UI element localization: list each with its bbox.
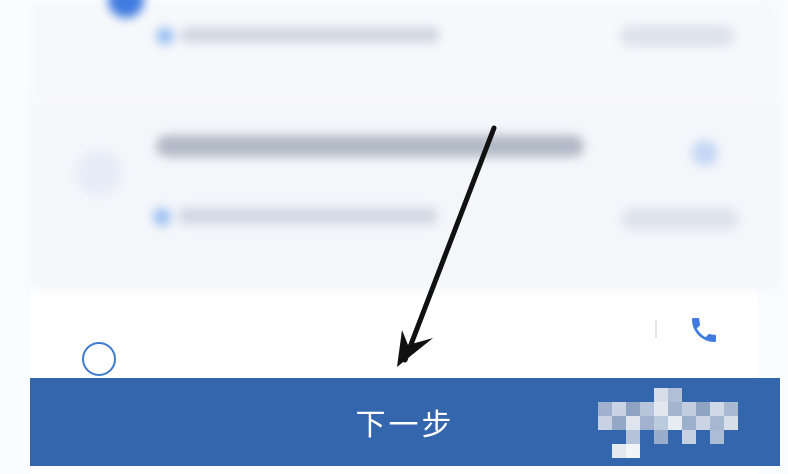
- blurred-radio-icon[interactable]: [76, 150, 122, 196]
- blurred-address-line: [178, 208, 438, 224]
- left-margin: [0, 0, 30, 474]
- phone-icon[interactable]: [688, 313, 720, 347]
- blurred-badge: [620, 25, 735, 47]
- location-dot-icon: [156, 27, 174, 45]
- next-step-label: 下一步: [355, 408, 455, 443]
- selected-radio-icon[interactable]: [108, 0, 144, 18]
- blurred-name-line: [156, 135, 584, 157]
- blurred-badge: [622, 208, 738, 230]
- blurred-phone-icon: [692, 140, 718, 166]
- contact-card-2[interactable]: [30, 100, 780, 290]
- location-dot-icon: [153, 208, 171, 226]
- contact-card-1[interactable]: [30, 0, 780, 100]
- radio-circle-icon[interactable]: [82, 342, 116, 376]
- divider: [655, 320, 657, 338]
- blurred-address-line: [180, 27, 440, 43]
